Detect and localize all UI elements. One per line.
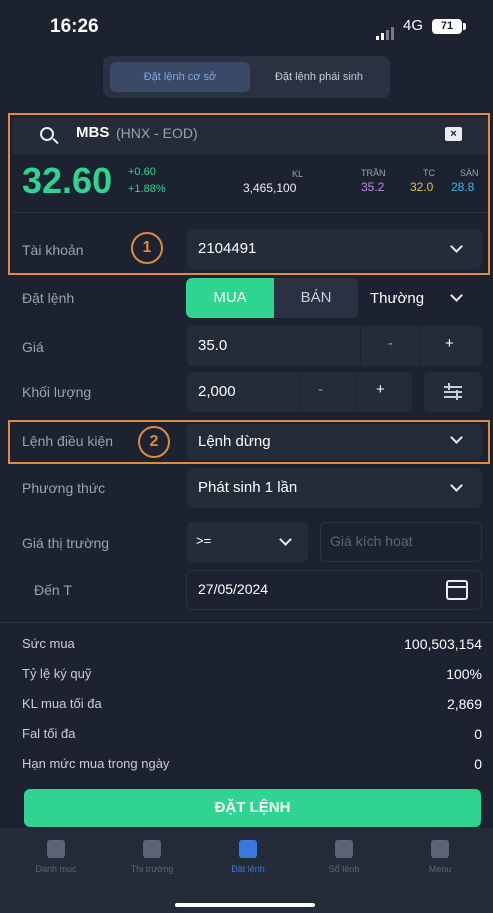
chevron-down-icon[interactable] — [450, 289, 463, 302]
account-label: Tài khoản — [22, 242, 84, 258]
last-price: 32.60 — [22, 160, 113, 201]
price-label: Giá — [22, 339, 44, 355]
tab-order-book[interactable]: Sổ lệnh — [295, 840, 393, 874]
quantity-decrease-button[interactable]: - — [318, 381, 323, 398]
price-change: +0.60 — [128, 166, 156, 178]
annotation-marker-2: 2 — [138, 426, 170, 458]
floor-label: SÀN — [460, 168, 479, 178]
place-order-button[interactable]: ĐẶT LỆNH — [24, 789, 481, 827]
tab-portfolio[interactable]: Danh mục — [7, 840, 105, 874]
quote-divider — [12, 212, 488, 213]
account-value: 2104491 — [198, 240, 257, 257]
gavel-icon — [239, 840, 257, 858]
network-label: 4G — [403, 17, 424, 34]
info-value: 0 — [474, 756, 482, 772]
info-label: Hạn mức mua trong ngày — [22, 756, 170, 771]
info-label: Tỷ lệ ký quỹ — [22, 666, 92, 681]
order-side-label: Đặt lệnh — [22, 290, 75, 306]
bookmark-icon — [47, 840, 65, 858]
signal-icon — [376, 22, 396, 40]
floor-value: 28.8 — [451, 180, 475, 194]
info-label: Fal tối đa — [22, 726, 76, 741]
order-type-value[interactable]: Thường — [370, 290, 424, 307]
tab-menu[interactable]: Menu — [391, 840, 489, 874]
quantity-input-value: 2,000 — [198, 383, 236, 400]
battery-icon: 71 — [432, 19, 462, 34]
home-indicator — [175, 903, 315, 907]
reference-label: TC — [423, 168, 435, 178]
reference-value: 32.0 — [410, 180, 434, 194]
section-divider — [0, 622, 493, 623]
tab-label: Thị trường — [130, 864, 174, 874]
price-input[interactable] — [186, 326, 482, 366]
tab-derivative-order[interactable]: Đặt lệnh phái sinh — [253, 62, 385, 92]
tab-label: Danh mục — [35, 864, 77, 874]
tab-stock-order[interactable]: Đặt lệnh cơ sở — [110, 62, 250, 92]
info-value: 2,869 — [446, 696, 482, 712]
tab-label: Sổ lệnh — [328, 864, 360, 874]
clear-icon[interactable]: × — [445, 127, 462, 141]
conditional-order-label: Lệnh điều kiện — [22, 433, 114, 449]
conditional-order-value: Lệnh dừng — [198, 433, 271, 450]
sell-button[interactable]: BÁN — [274, 278, 358, 318]
info-value: 100,503,154 — [404, 636, 482, 652]
method-value: Phát sinh 1 lần — [198, 479, 298, 496]
price-change-pct: +1.88% — [128, 183, 166, 195]
info-label: KL mua tối đa — [22, 696, 102, 711]
sliders-icon — [444, 383, 462, 400]
ticker-symbol: MBS — [76, 124, 110, 141]
tab-market[interactable]: Thị trường — [103, 840, 201, 874]
quantity-field-divider — [356, 372, 357, 412]
grid-icon — [431, 840, 449, 858]
trigger-price-placeholder: Giá kích hoạt — [330, 533, 413, 549]
document-icon — [335, 840, 353, 858]
quantity-increase-button[interactable]: + — [376, 381, 385, 398]
ticker-exchange: (HNX - EOD) — [116, 125, 198, 141]
tab-label: Menu — [428, 864, 452, 874]
status-time: 16:26 — [50, 16, 99, 37]
tab-place-order[interactable]: Đặt lệnh — [199, 840, 297, 874]
ceiling-value: 35.2 — [361, 180, 385, 194]
info-label: Sức mua — [22, 636, 75, 651]
chart-icon — [143, 840, 161, 858]
ceiling-label: TRẦN — [361, 168, 386, 178]
price-decrease-button[interactable]: - — [388, 335, 393, 352]
date-value: 27/05/2024 — [198, 581, 269, 597]
info-value: 0 — [474, 726, 482, 742]
price-field-divider — [420, 326, 421, 366]
quantity-field-divider — [300, 372, 301, 412]
market-price-label: Giá thị trường — [22, 535, 110, 551]
buy-button[interactable]: MUA — [186, 278, 274, 318]
annotation-marker-1: 1 — [131, 232, 163, 264]
quantity-label: Khối lượng — [22, 384, 92, 400]
tab-label: Đặt lệnh — [231, 864, 265, 874]
search-icon[interactable] — [40, 127, 54, 141]
price-increase-button[interactable]: + — [445, 335, 454, 352]
operator-value: >= — [196, 533, 212, 548]
volume-label: KL — [292, 169, 304, 179]
volume-value: 3,465,100 — [243, 181, 297, 195]
calendar-icon[interactable] — [446, 580, 468, 600]
price-input-value: 35.0 — [198, 337, 228, 354]
until-label: Đến T — [34, 582, 72, 598]
info-value: 100% — [446, 666, 482, 682]
settings-button[interactable] — [424, 372, 482, 412]
battery-tip-icon — [463, 23, 466, 30]
price-field-divider — [360, 326, 361, 366]
method-label: Phương thức — [22, 480, 106, 496]
